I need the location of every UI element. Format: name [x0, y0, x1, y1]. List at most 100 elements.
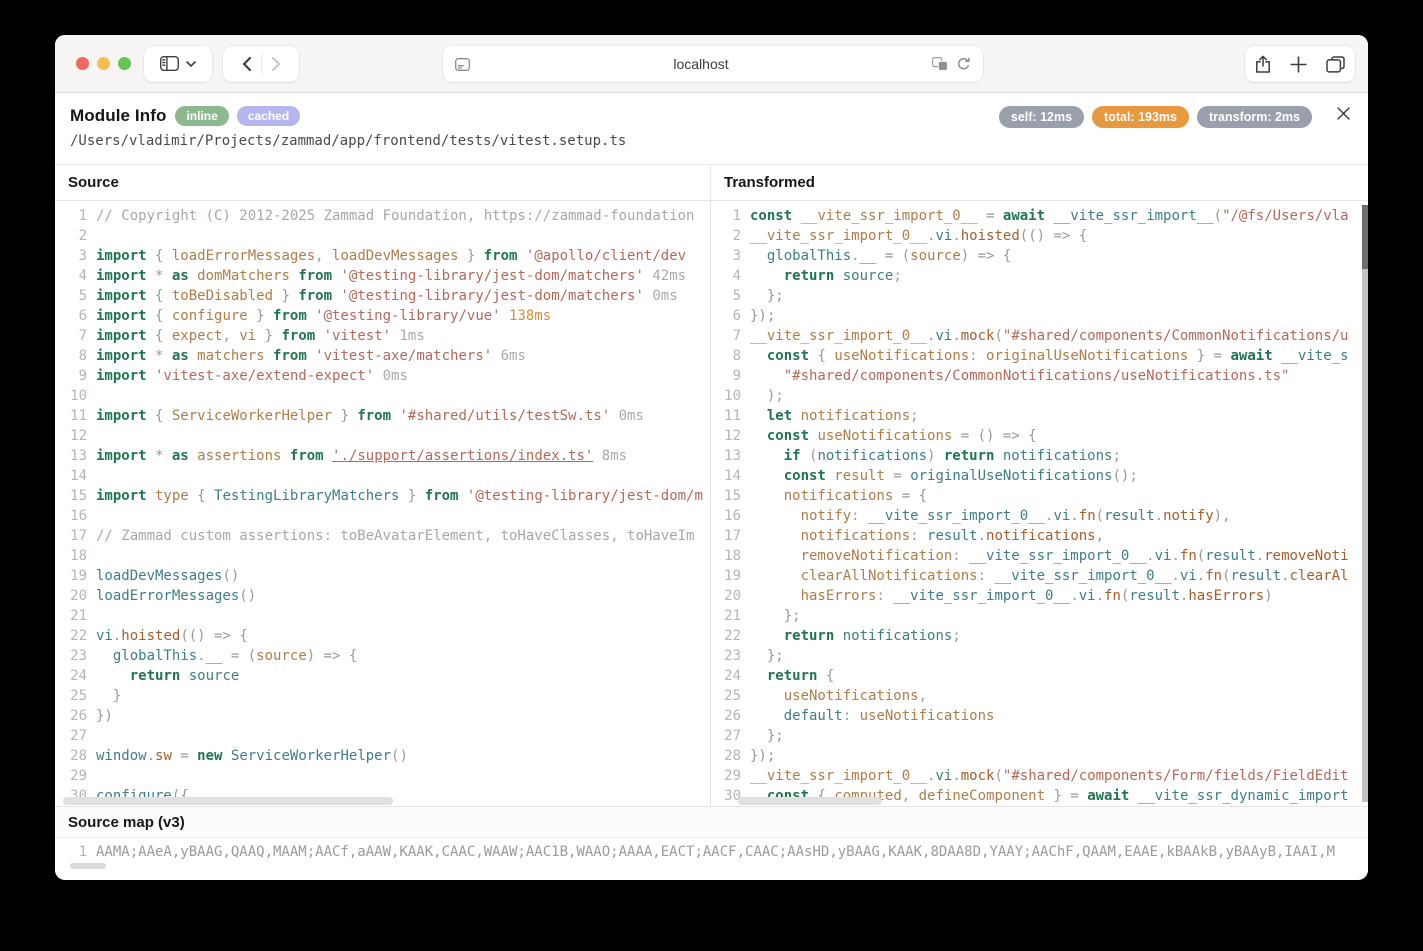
forward-button[interactable] — [272, 57, 281, 71]
code-line: 4 return source; — [711, 266, 1368, 286]
code-text: const { useNotifications: originalUseNot… — [750, 346, 1349, 366]
line-number: 8 — [711, 346, 741, 366]
code-text: }) — [96, 706, 113, 726]
line-number: 16 — [711, 506, 741, 526]
back-button[interactable] — [242, 57, 251, 71]
line-number: 27 — [55, 726, 87, 746]
code-token: ; — [893, 268, 901, 284]
code-token — [1129, 788, 1137, 804]
code-token: __vite_ssr_import_0__ — [969, 548, 1146, 564]
transformed-horizontal-scrollbar[interactable] — [738, 797, 882, 805]
code-token: import — [96, 488, 147, 504]
line-number: 7 — [711, 326, 741, 346]
close-panel-button[interactable] — [1334, 104, 1352, 122]
translate-icon[interactable] — [932, 57, 948, 71]
sourcemap-horizontal-scrollbar[interactable] — [70, 863, 106, 869]
code-line: 25 useNotifications, — [711, 686, 1368, 706]
code-token: import — [96, 308, 147, 324]
code-token: = — [172, 748, 197, 764]
code-line: 27 }; — [711, 726, 1368, 746]
code-token: import — [96, 288, 147, 304]
code-text: // Copyright (C) 2012-2025 Zammad Founda… — [96, 206, 694, 226]
code-text: ); — [750, 386, 784, 406]
code-token: ; — [1112, 448, 1120, 464]
code-token: notify — [801, 508, 852, 524]
code-token: fn — [1079, 508, 1096, 524]
code-token: source — [180, 668, 239, 684]
url-text[interactable]: localhost — [470, 56, 932, 72]
code-token: loadDevMessages — [96, 568, 222, 584]
code-token: // Zammad custom assertions: toBeAvatarE… — [96, 528, 694, 544]
share-icon[interactable] — [1255, 55, 1271, 74]
code-token: 0ms — [610, 408, 644, 424]
code-token: '@testing-library/jest-dom/matchers' — [332, 288, 644, 304]
code-line: 17// Zammad custom assertions: toBeAvata… — [55, 526, 710, 546]
address-bar[interactable]: localhost — [443, 46, 983, 82]
code-token: import — [96, 348, 147, 364]
code-token: }; — [750, 608, 801, 624]
code-token: () — [391, 748, 408, 764]
code-token: TestingLibraryMatchers — [214, 488, 399, 504]
code-token: ); — [750, 388, 784, 404]
line-number: 30 — [711, 786, 741, 806]
code-line: 7import { expect, vi } from 'vitest' 1ms — [55, 326, 710, 346]
code-token: } — [248, 308, 273, 324]
new-tab-icon[interactable] — [1290, 56, 1307, 73]
code-token: as — [172, 448, 189, 464]
minimize-window-button[interactable] — [97, 57, 110, 70]
code-token: , — [315, 248, 332, 264]
source-horizontal-scrollbar[interactable] — [63, 797, 393, 805]
code-token: return — [944, 448, 995, 464]
code-token: ), — [1214, 508, 1231, 524]
code-token: . — [1155, 508, 1163, 524]
code-token: await — [1087, 788, 1129, 804]
zoom-window-button[interactable] — [118, 57, 131, 70]
reload-icon[interactable] — [956, 57, 971, 72]
line-number: 11 — [55, 406, 87, 426]
code-line: 15import type { TestingLibraryMatchers }… — [55, 486, 710, 506]
code-token: import — [96, 328, 147, 344]
code-text: let notifications; — [750, 406, 919, 426]
code-token: window — [96, 748, 147, 764]
page-menu-icon[interactable] — [455, 58, 470, 71]
code-token: (() => { — [1020, 228, 1087, 244]
browser-window: localhost Module Info — [55, 35, 1368, 880]
code-token: ; — [952, 628, 960, 644]
code-token: 6ms — [492, 348, 526, 364]
code-token: originalUseNotifications — [910, 468, 1112, 484]
close-window-button[interactable] — [76, 57, 89, 70]
code-line: 5 }; — [711, 286, 1368, 306]
sourcemap-mappings: AAMA;AAeA,yBAAG,QAAQ,MAAM;AACf,aAAW,KAAK… — [96, 838, 1335, 872]
source-code-pane[interactable]: 1// Copyright (C) 2012-2025 Zammad Found… — [55, 201, 711, 806]
code-token: result — [1104, 508, 1155, 524]
code-line: 13 if (notifications) return notificatio… — [711, 446, 1368, 466]
code-line: 13import * as assertions from './support… — [55, 446, 710, 466]
code-token: ( — [1197, 548, 1205, 564]
code-text: return { — [750, 666, 834, 686]
code-token: result — [1231, 568, 1282, 584]
code-line: 21 }; — [711, 606, 1368, 626]
code-token: () — [239, 588, 256, 604]
code-token — [750, 428, 767, 444]
transformed-code-pane[interactable]: 1const __vite_ssr_import_0__ = await __v… — [711, 201, 1368, 806]
code-token: { — [809, 348, 834, 364]
vertical-scrollbar-thumb[interactable] — [1362, 205, 1368, 269]
code-line: 11import { ServiceWorkerHelper } from '#… — [55, 406, 710, 426]
code-token: }) — [96, 708, 113, 724]
code-token: __vite_ssr_import_0__ — [994, 568, 1171, 584]
code-line: 24 return { — [711, 666, 1368, 686]
code-token: notifications — [784, 488, 894, 504]
code-token: : — [910, 528, 927, 544]
code-area: 1// Copyright (C) 2012-2025 Zammad Found… — [55, 201, 1368, 806]
code-line: 22 return notifications; — [711, 626, 1368, 646]
tab-overview-icon[interactable] — [1326, 56, 1345, 73]
sidebar-toggle-button[interactable] — [144, 46, 212, 82]
code-text: import type { TestingLibraryMatchers } f… — [96, 486, 703, 506]
code-line: 26 default: useNotifications — [711, 706, 1368, 726]
code-token: ) — [1264, 588, 1272, 604]
code-token: __vite_ssr_import_0__ — [868, 508, 1045, 524]
code-token: expect — [172, 328, 223, 344]
vertical-scrollbar-track[interactable] — [1362, 205, 1368, 802]
code-token: import — [96, 408, 147, 424]
module-link[interactable]: './support/assertions/index.ts' — [332, 448, 593, 464]
